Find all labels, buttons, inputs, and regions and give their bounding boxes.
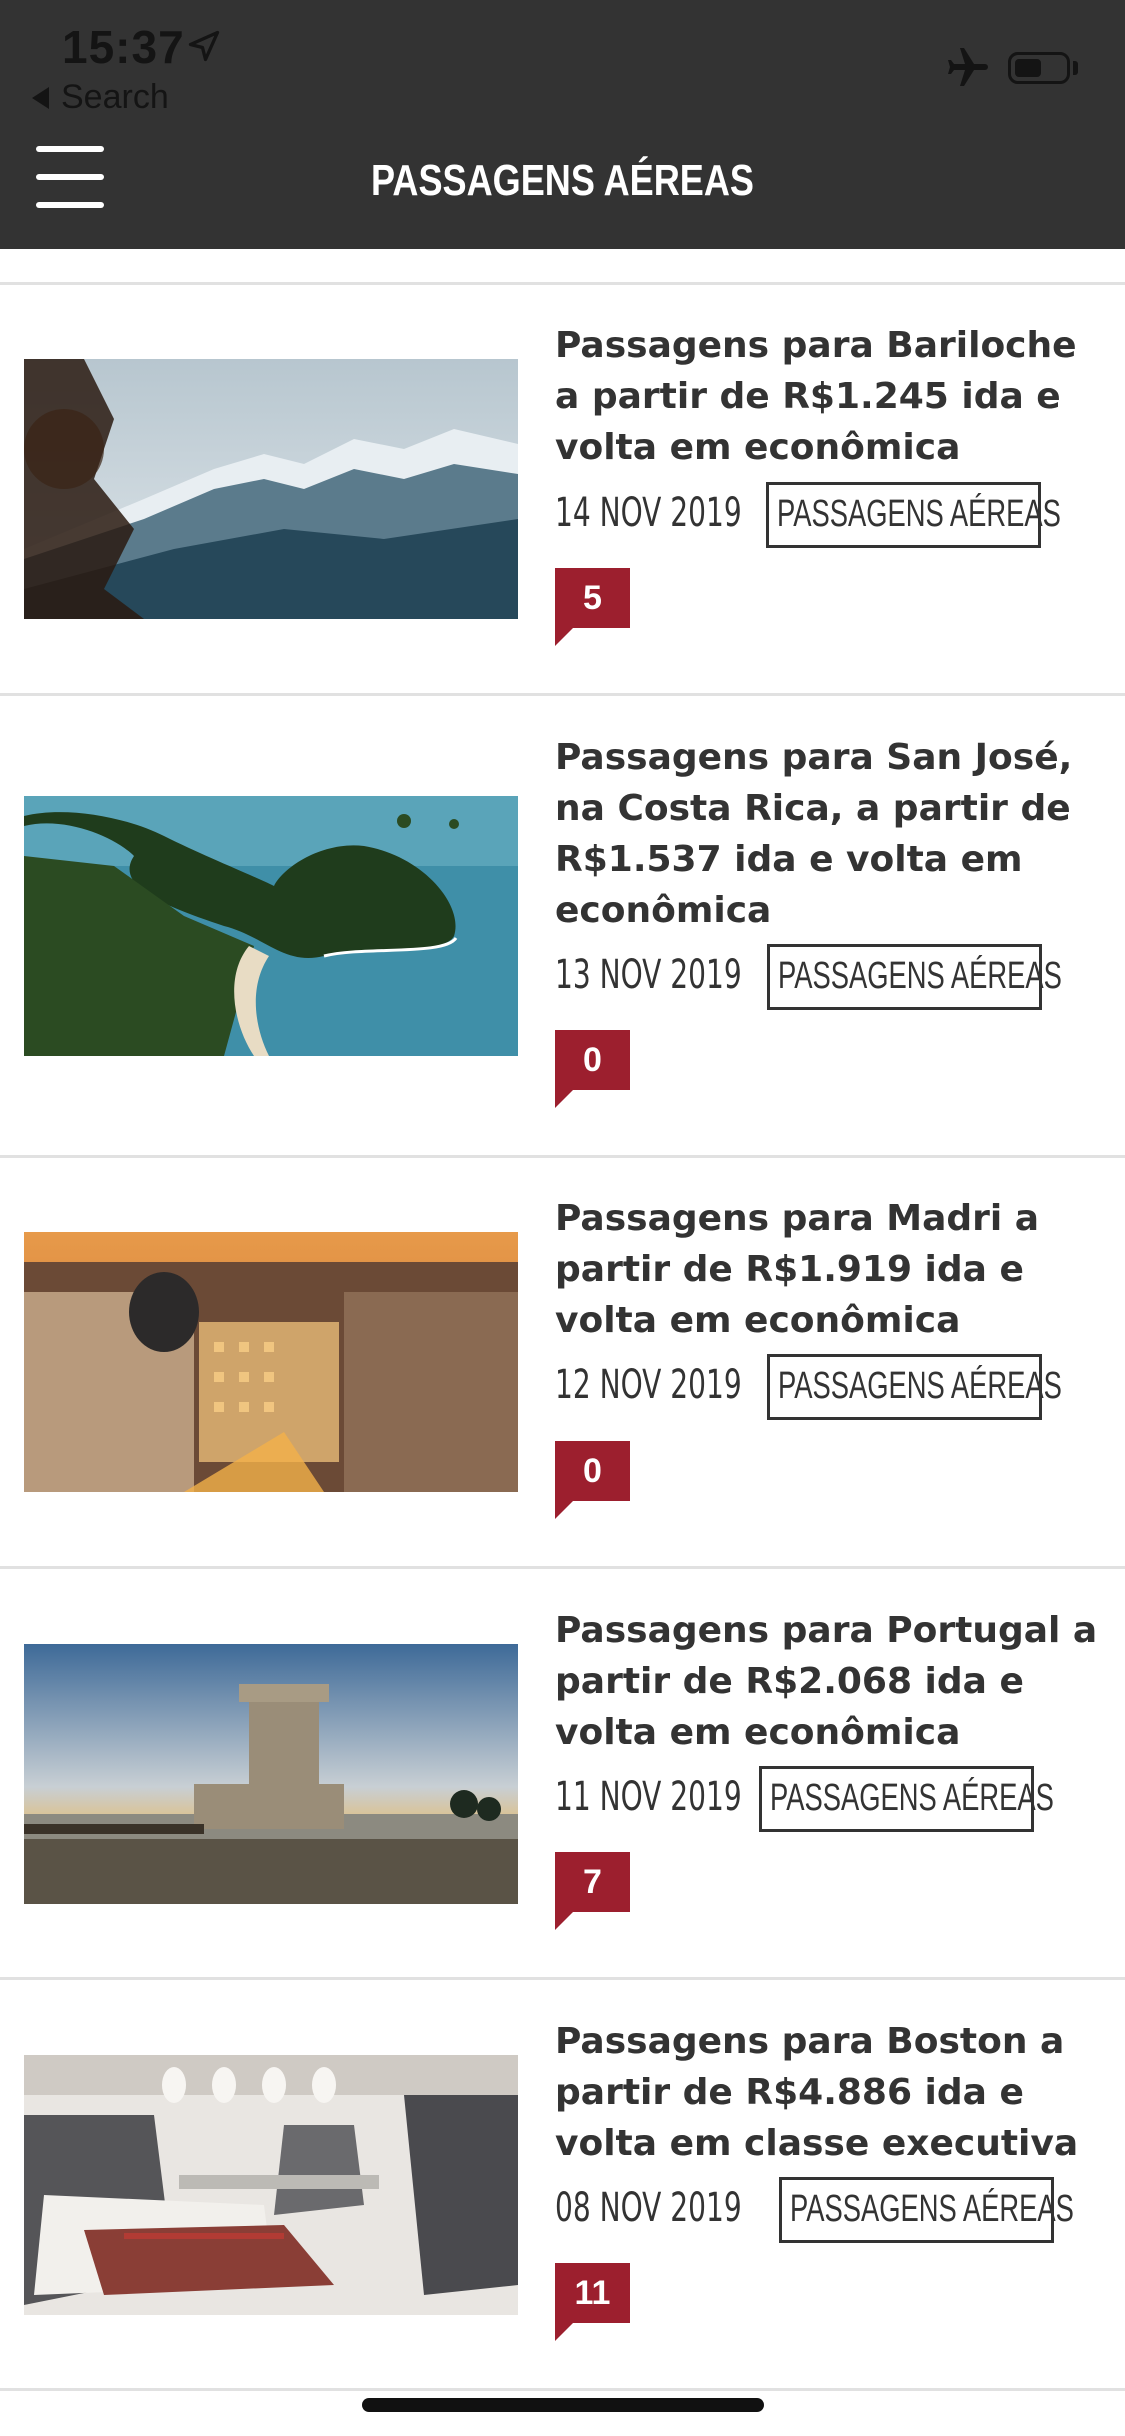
back-arrow-icon: [32, 86, 49, 109]
category-tag[interactable]: PASSAGENS AÉREAS: [766, 482, 1061, 548]
badge-tail: [555, 1501, 573, 1519]
category-tag[interactable]: PASSAGENS AÉREAS: [767, 1354, 1062, 1420]
article-date: 13 NOV 2019: [555, 952, 742, 998]
badge-tail: [555, 2323, 573, 2341]
comment-count-badge[interactable]: 0: [555, 1441, 630, 1501]
category-tag[interactable]: PASSAGENS AÉREAS: [779, 2177, 1074, 2243]
article-title[interactable]: Passagens para Bariloche a partir de R$1…: [555, 320, 1100, 473]
category-tag[interactable]: PASSAGENS AÉREAS: [767, 944, 1062, 1010]
comment-count-badge[interactable]: 5: [555, 568, 630, 628]
article-title[interactable]: Passagens para Boston a partir de R$4.88…: [555, 2016, 1100, 2169]
menu-icon[interactable]: [36, 146, 104, 208]
article-thumbnail-madrid[interactable]: [24, 1232, 518, 1492]
divider: [0, 1566, 1125, 1569]
article-date: 08 NOV 2019: [555, 2185, 742, 2231]
divider: [0, 693, 1125, 696]
location-arrow-icon: [188, 30, 220, 62]
divider: [0, 1977, 1125, 1980]
back-to-search-link[interactable]: Search: [32, 78, 169, 117]
battery-tip: [1073, 61, 1078, 75]
airplane-mode-icon: [948, 48, 988, 86]
divider: [0, 2388, 1125, 2391]
battery-icon: [1008, 52, 1070, 84]
divider: [0, 1155, 1125, 1158]
home-indicator[interactable]: [362, 2398, 764, 2412]
article-thumbnail-costa-rica[interactable]: [24, 796, 518, 1056]
back-label: Search: [61, 78, 169, 116]
badge-tail: [555, 1912, 573, 1930]
article-thumbnail-boston[interactable]: [24, 2055, 518, 2315]
comment-count-badge[interactable]: 0: [555, 1030, 630, 1090]
article-thumbnail-portugal[interactable]: [24, 1644, 518, 1904]
divider: [0, 282, 1125, 285]
article-date: 12 NOV 2019: [555, 1362, 742, 1408]
badge-tail: [555, 1090, 573, 1108]
app-header: 15:37 Search PASSAGENS AÉREAS: [0, 0, 1125, 249]
article-title[interactable]: Passagens para Madri a partir de R$1.919…: [555, 1193, 1100, 1346]
comment-count-badge[interactable]: 7: [555, 1852, 630, 1912]
article-thumbnail-bariloche[interactable]: [24, 359, 518, 619]
status-time: 15:37: [62, 21, 185, 73]
category-tag[interactable]: PASSAGENS AÉREAS: [759, 1766, 1054, 1832]
article-title[interactable]: Passagens para Portugal a partir de R$2.…: [555, 1605, 1100, 1758]
article-date: 14 NOV 2019: [555, 490, 742, 536]
comment-count-badge[interactable]: 11: [555, 2263, 630, 2323]
badge-tail: [555, 628, 573, 646]
article-date: 11 NOV 2019: [555, 1774, 742, 1820]
article-title[interactable]: Passagens para San José, na Costa Rica, …: [555, 732, 1100, 936]
page-title: PASSAGENS AÉREAS: [371, 156, 754, 205]
